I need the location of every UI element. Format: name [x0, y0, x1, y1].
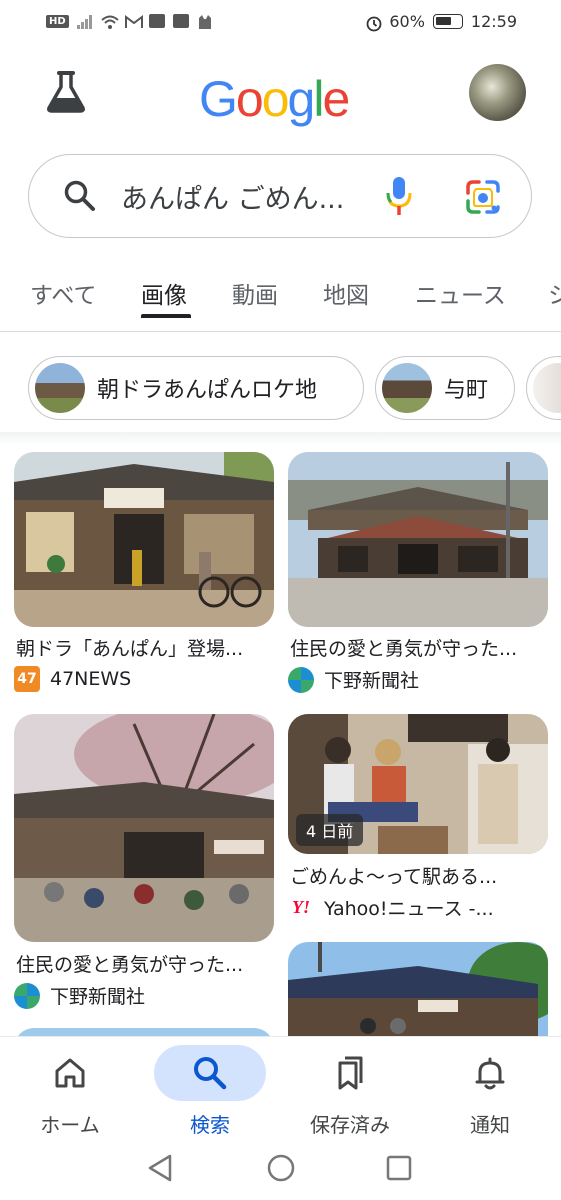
result-title[interactable]: 朝ドラ「あんぱん」登場...	[16, 634, 243, 661]
alarm-icon	[365, 14, 382, 32]
image-result-card[interactable]: 住民の愛と勇気が守った... 下野新聞社	[14, 714, 274, 1014]
result-image-partial[interactable]	[14, 1028, 274, 1036]
status-bar: HD 60% 12:59	[0, 0, 561, 42]
nav-label: 保存済み	[310, 1113, 390, 1137]
logo-letter: e	[322, 71, 350, 127]
app-notification-icon	[172, 14, 189, 28]
image-result-card[interactable]	[288, 942, 548, 1036]
nav-saved[interactable]: 保存済み	[280, 1037, 420, 1147]
logo-letter: g	[287, 71, 316, 127]
result-source[interactable]: 下野新聞社	[14, 982, 145, 1009]
labs-flask-icon[interactable]	[44, 70, 88, 114]
yahoo-favicon: Y!	[292, 897, 310, 917]
bottom-navigation: ホーム 検索 保存済み 通知	[0, 1036, 561, 1146]
result-image-station-blue-sky[interactable]	[288, 942, 548, 1036]
search-icon	[192, 1055, 228, 1091]
result-source[interactable]: 47 47NEWS	[14, 666, 131, 692]
nav-label: ホーム	[40, 1113, 100, 1137]
tab-news[interactable]: ニュース	[415, 276, 506, 310]
source-name: 下野新聞社	[324, 670, 420, 692]
clock: 12:59	[470, 11, 517, 31]
47news-favicon: 47	[14, 666, 40, 692]
chip-label: 与町	[444, 378, 489, 403]
result-time-badge: 4 日前	[296, 814, 364, 846]
bell-icon	[472, 1055, 508, 1091]
result-source[interactable]: 下野新聞社	[288, 666, 419, 693]
home-icon	[52, 1055, 88, 1091]
battery-icon	[432, 13, 463, 29]
logo-letter: o	[261, 71, 290, 127]
result-title[interactable]: 住民の愛と勇気が守った...	[16, 950, 243, 977]
source-name: 下野新聞社	[50, 986, 146, 1008]
chip-thumbnail	[533, 363, 561, 413]
system-back-icon[interactable]	[148, 1154, 172, 1182]
account-avatar[interactable]	[469, 64, 526, 121]
signal-icon	[76, 14, 93, 29]
source-name: Yahoo!ニュース -...	[324, 898, 494, 920]
result-source[interactable]: Y! Yahoo!ニュース -...	[288, 894, 494, 921]
app-header: Google	[0, 62, 561, 124]
image-result-card[interactable]: 4 日前 ごめんよ～って駅ある... Y! Yahoo!ニュース -...	[288, 714, 548, 934]
refinement-chips: 朝ドラあんぱんロケ地 与町	[0, 356, 561, 422]
result-image-station[interactable]	[288, 452, 548, 627]
result-title[interactable]: 住民の愛と勇気が守った...	[290, 634, 517, 661]
result-image-station-cherry[interactable]	[14, 714, 274, 942]
wifi-icon	[101, 14, 119, 29]
hd-badge: HD	[46, 14, 69, 28]
tab-images[interactable]: 画像	[141, 276, 187, 310]
microphone-icon[interactable]	[385, 175, 413, 217]
chip-thumbnail	[382, 363, 432, 413]
mail-icon	[148, 14, 165, 28]
chip-partial[interactable]	[526, 356, 561, 420]
system-navigation-bar	[0, 1146, 561, 1200]
bookmarks-icon	[332, 1055, 368, 1091]
search-box[interactable]: あんぱん ごめん...	[28, 154, 532, 238]
status-bar-left: HD	[46, 14, 213, 29]
shimotsuke-icon	[14, 982, 40, 1009]
chip-asadora-location[interactable]: 朝ドラあんぱんロケ地	[28, 356, 364, 420]
result-image-station[interactable]	[14, 452, 274, 627]
cat-icon	[197, 14, 213, 29]
chip-thumbnail	[35, 363, 85, 413]
gmail-icon	[124, 14, 143, 28]
battery-percent: 60%	[389, 11, 425, 31]
system-home-icon[interactable]	[267, 1154, 295, 1182]
result-image-drama-scene[interactable]: 4 日前	[288, 714, 548, 854]
nav-label: 通知	[470, 1113, 510, 1137]
tab-all[interactable]: すべて	[30, 276, 96, 310]
tab-maps[interactable]: 地図	[323, 276, 369, 310]
logo-letter: o	[235, 71, 264, 127]
google-lens-icon[interactable]	[465, 179, 501, 215]
search-query[interactable]: あんぱん ごめん...	[121, 177, 344, 216]
tab-videos[interactable]: 動画	[232, 276, 278, 310]
google-logo: Google	[199, 71, 350, 127]
chip-label: 朝ドラあんぱんロケ地	[97, 378, 318, 403]
image-result-card[interactable]: 朝ドラ「あんぱん」登場... 47 47NEWS	[14, 452, 274, 702]
active-tab-indicator	[141, 314, 191, 318]
tab-more-partial[interactable]: シ	[548, 276, 561, 310]
chip-yomachi[interactable]: 与町	[375, 356, 515, 420]
section-divider-shade	[0, 432, 561, 446]
nav-home[interactable]: ホーム	[0, 1037, 140, 1147]
shimotsuke-icon	[288, 666, 314, 693]
result-title[interactable]: ごめんよ～って駅ある...	[290, 862, 497, 889]
source-name: 47NEWS	[50, 668, 132, 690]
image-result-card-partial[interactable]	[14, 1028, 274, 1036]
system-recents-icon[interactable]	[386, 1155, 412, 1181]
nav-search[interactable]: 検索	[140, 1037, 280, 1147]
status-bar-right: 60% 12:59	[365, 11, 517, 32]
image-result-card[interactable]: 住民の愛と勇気が守った... 下野新聞社	[288, 452, 548, 702]
logo-letter: G	[199, 71, 238, 127]
search-icon	[63, 179, 97, 213]
nav-notifications[interactable]: 通知	[420, 1037, 560, 1147]
search-tabs: すべて 画像 動画 地図 ニュース シ	[0, 270, 561, 332]
nav-label: 検索	[190, 1113, 230, 1137]
